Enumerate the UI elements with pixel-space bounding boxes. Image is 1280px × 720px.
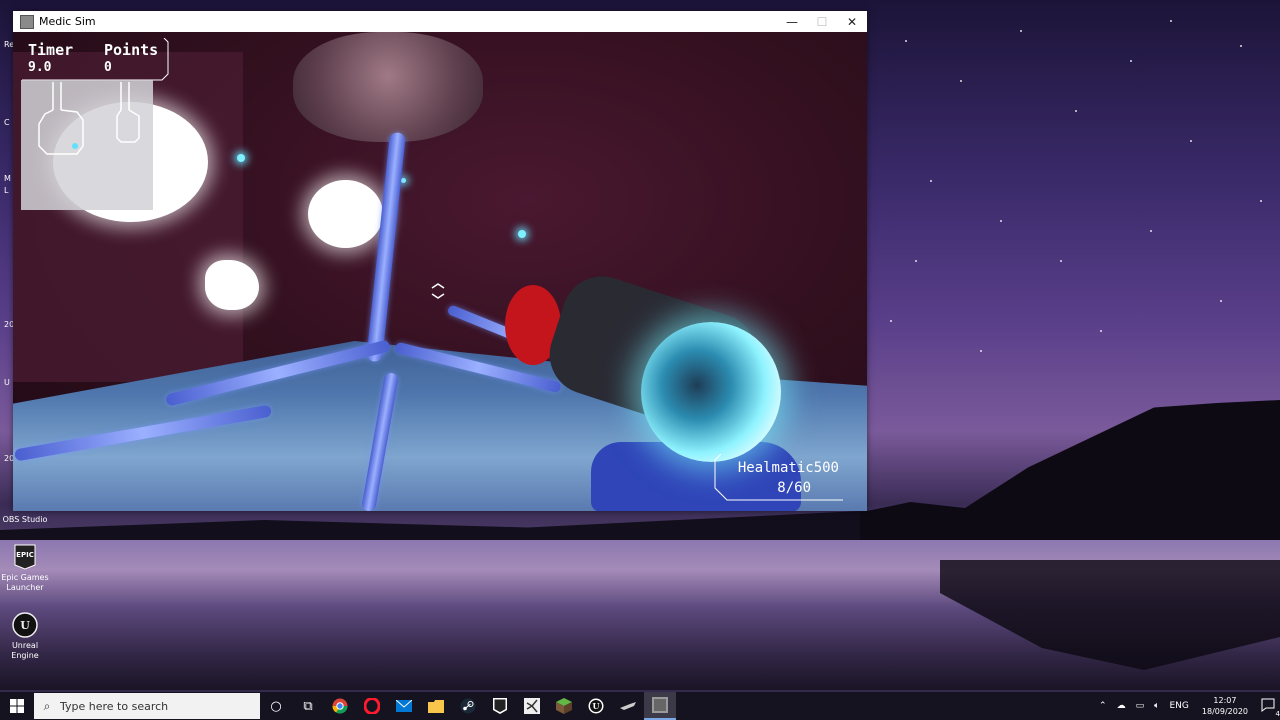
points-value: 0 xyxy=(104,60,112,75)
star xyxy=(1260,200,1262,202)
star xyxy=(890,320,892,322)
mail-icon[interactable] xyxy=(388,692,420,720)
score-hud: Timer 9.0 Points 0 xyxy=(20,38,169,81)
taskbar-search[interactable]: ⌕ Type here to search xyxy=(34,693,260,719)
clock-date: 18/09/2020 xyxy=(1201,707,1248,716)
language-indicator[interactable]: ENG xyxy=(1169,701,1188,711)
close-button[interactable]: ✕ xyxy=(837,11,867,32)
app-icon xyxy=(20,14,34,29)
clock[interactable]: 12:07 18/09/2020 xyxy=(1202,695,1248,717)
star xyxy=(1170,20,1172,22)
game-viewport[interactable]: Timer 9.0 Points 0 Healmatic500 8/60 xyxy=(13,32,867,511)
notification-count: 4 xyxy=(1275,709,1280,718)
desktop-icon-fragment: L xyxy=(4,186,9,195)
star xyxy=(1150,230,1152,232)
weapon-name: Healmatic500 xyxy=(737,460,839,476)
light-orb xyxy=(205,260,259,310)
star xyxy=(980,350,982,352)
maximize-button[interactable]: ☐ xyxy=(807,11,837,32)
desktop-icon-fragment: M xyxy=(4,174,11,183)
gun-muzzle xyxy=(641,322,781,462)
desktop-icon-label: OBS Studio xyxy=(2,515,48,524)
glow-particle xyxy=(401,178,406,183)
clock-time: 12:07 xyxy=(1213,696,1237,705)
windows-icon xyxy=(10,699,24,713)
show-hidden-icons-icon[interactable]: ⌃ xyxy=(1099,701,1107,711)
star xyxy=(1130,60,1132,62)
light-orb xyxy=(308,180,383,248)
visual-studio-icon[interactable] xyxy=(516,692,548,720)
neuron-cell-body xyxy=(293,32,483,142)
window-titlebar[interactable]: Medic Sim — ☐ ✕ xyxy=(13,11,867,32)
star xyxy=(960,80,962,82)
star xyxy=(1190,140,1192,142)
svg-text:EPIC: EPIC xyxy=(16,551,34,559)
epic-games-icon: EPIC xyxy=(12,544,38,570)
file-explorer-icon[interactable] xyxy=(420,692,452,720)
taskbar: ⌕ Type here to search ○ ⧉ U ⌃ ☁ ▭ 🔈︎ ENG xyxy=(0,692,1280,720)
steam-icon[interactable] xyxy=(452,692,484,720)
desktop-icon-unreal-engine[interactable]: U Unreal Engine xyxy=(0,612,50,661)
cortana-icon[interactable]: ○ xyxy=(260,692,292,720)
star xyxy=(1240,45,1242,47)
svg-text:U: U xyxy=(593,701,600,711)
opera-icon[interactable] xyxy=(356,692,388,720)
star xyxy=(1100,330,1102,332)
ammo-count: 8/60 xyxy=(777,480,811,496)
star xyxy=(1000,220,1002,222)
minimap xyxy=(21,80,153,210)
timer-value: 9.0 xyxy=(28,60,52,75)
search-placeholder: Type here to search xyxy=(60,699,169,713)
star xyxy=(1220,300,1222,302)
start-button[interactable] xyxy=(0,692,34,720)
neuron-axon xyxy=(366,131,406,363)
star xyxy=(930,180,932,182)
epic-games-icon[interactable] xyxy=(484,692,516,720)
svg-text:U: U xyxy=(20,619,30,632)
game-window[interactable]: Medic Sim — ☐ ✕ Timer 9.0 Points 0 Healm… xyxy=(13,11,867,511)
system-tray: ⌃ ☁ ▭ 🔈︎ ENG 12:07 18/09/2020 4 xyxy=(1094,695,1280,718)
star xyxy=(915,260,917,262)
star xyxy=(1075,110,1077,112)
glow-particle xyxy=(237,154,245,162)
desktop-icon-fragment: C xyxy=(4,118,10,127)
minimize-button[interactable]: — xyxy=(777,11,807,32)
star xyxy=(1020,30,1022,32)
network-icon[interactable]: ▭ xyxy=(1136,701,1145,711)
timer-label: Timer xyxy=(28,41,74,59)
desktop-icon-fragment: U xyxy=(4,378,10,387)
desktop-icon-epic-games[interactable]: EPIC Epic Games Launcher xyxy=(0,544,50,593)
glow-particle xyxy=(518,230,526,238)
game-icon[interactable] xyxy=(612,692,644,720)
minimap-layout xyxy=(38,82,140,155)
medic-sim-icon[interactable] xyxy=(644,692,676,720)
mountain-silhouette xyxy=(860,400,1280,550)
crosshair-icon xyxy=(431,283,445,299)
window-title: Medic Sim xyxy=(39,15,96,28)
points-label: Points xyxy=(104,41,159,59)
notifications-icon[interactable]: 4 xyxy=(1261,698,1280,718)
unreal-engine-icon[interactable]: U xyxy=(580,692,612,720)
weapon-hud: Healmatic500 8/60 xyxy=(713,454,843,502)
task-view-icon[interactable]: ⧉ xyxy=(292,692,324,720)
minecraft-icon[interactable] xyxy=(548,692,580,720)
unreal-engine-icon: U xyxy=(12,612,38,638)
desktop-icon-label: Epic Games Launcher xyxy=(1,573,49,592)
star xyxy=(905,40,907,42)
onedrive-icon[interactable]: ☁ xyxy=(1117,701,1126,711)
star xyxy=(1060,260,1062,262)
volume-icon[interactable]: 🔈︎ xyxy=(1154,701,1159,711)
search-icon: ⌕ xyxy=(43,698,51,713)
desktop-icon-label: Unreal Engine xyxy=(11,641,39,660)
chrome-icon[interactable] xyxy=(324,692,356,720)
